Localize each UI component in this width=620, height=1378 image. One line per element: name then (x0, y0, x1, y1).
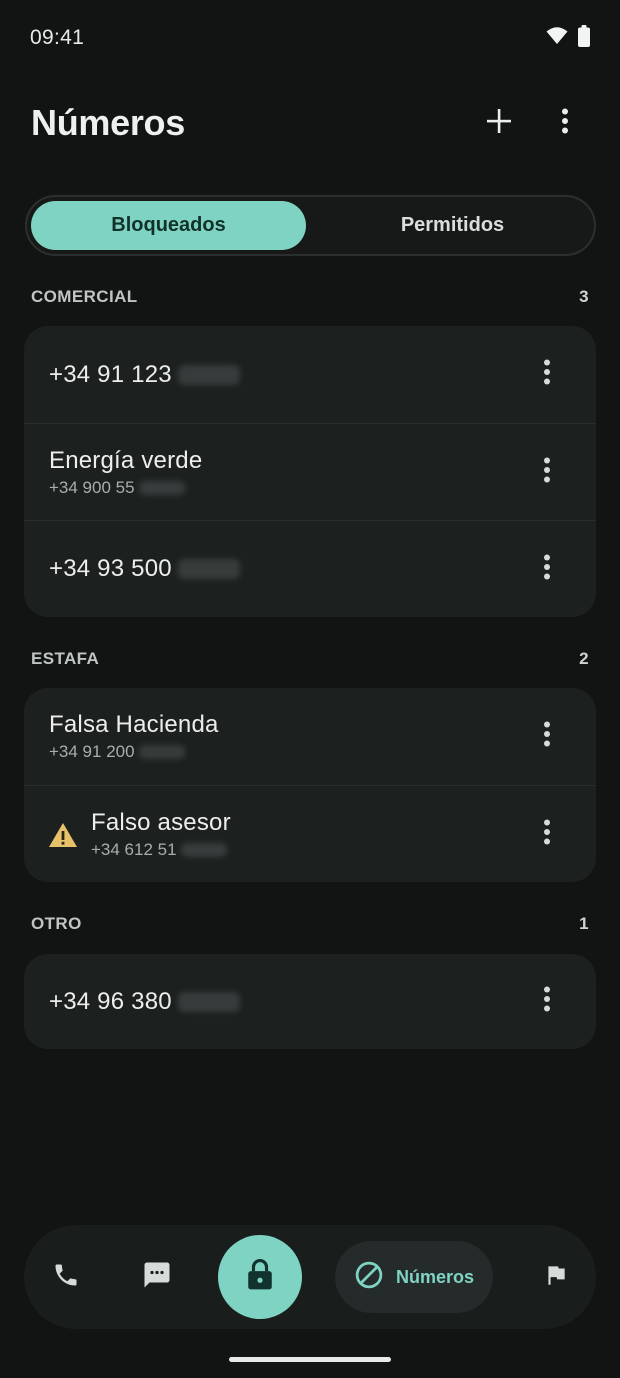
more-vert-icon (543, 359, 551, 390)
list-item[interactable]: Falso asesor +34 612 51 (24, 785, 596, 882)
list-item[interactable]: Falsa Hacienda +34 91 200 (24, 688, 596, 785)
list-item[interactable]: +34 91 123 (24, 326, 596, 423)
blocked-list-comercial: +34 91 123 Energía verde +34 900 55 +34 … (24, 326, 596, 617)
status-icons (546, 24, 590, 52)
tab-permitidos[interactable]: Permitidos (315, 201, 590, 250)
more-vert-icon (543, 986, 551, 1017)
contact-name: Falso asesor (91, 808, 231, 836)
lock-fab-button[interactable] (218, 1235, 302, 1319)
nav-calls[interactable] (42, 1253, 90, 1301)
nav-messages[interactable] (133, 1253, 181, 1301)
nav-numbers[interactable]: Números (335, 1241, 493, 1313)
row-number: +34 93 500 (49, 555, 240, 583)
row-text: +34 96 380 (49, 988, 240, 1016)
lock-icon (244, 1258, 276, 1297)
add-icon (486, 108, 512, 139)
nav-reports[interactable] (532, 1253, 580, 1301)
redacted-digits (177, 559, 240, 579)
row-number: +34 96 380 (49, 988, 240, 1016)
row-text: Falsa Hacienda +34 91 200 (49, 711, 219, 762)
wifi-icon (546, 26, 568, 50)
home-indicator[interactable] (229, 1357, 391, 1362)
row-more-button[interactable] (532, 717, 562, 757)
list-item[interactable]: Energía verde +34 900 55 (24, 423, 596, 520)
warning-icon (48, 822, 78, 853)
redacted-digits (138, 480, 185, 495)
section-title: OTRO (31, 914, 82, 933)
blocked-list-otro: +34 96 380 (24, 954, 596, 1049)
flag-icon (543, 1261, 569, 1294)
tab-bloqueados[interactable]: Bloqueados (31, 201, 306, 250)
more-vert-icon (543, 819, 551, 850)
status-bar: 09:41 (0, 0, 620, 76)
row-text: +34 93 500 (49, 555, 240, 583)
block-icon (354, 1260, 384, 1295)
row-more-button[interactable] (532, 814, 562, 854)
section-count: 3 (579, 287, 589, 306)
add-button[interactable] (475, 99, 523, 147)
more-vert-icon (543, 554, 551, 585)
nav-numbers-label: Números (395, 1266, 475, 1287)
row-more-button[interactable] (532, 982, 562, 1022)
section-header-comercial: COMERCIAL 3 (31, 285, 589, 309)
contact-name: Falsa Hacienda (49, 711, 219, 738)
tab-switcher: Bloqueados Permitidos (25, 195, 596, 256)
message-icon (142, 1260, 172, 1295)
row-text: Falso asesor +34 612 51 (91, 809, 231, 860)
page-title: Números (31, 102, 185, 143)
row-number: +34 91 123 (49, 361, 240, 389)
more-options-button[interactable] (541, 99, 589, 147)
blocked-list-estafa: Falsa Hacienda +34 91 200 Falso asesor +… (24, 688, 596, 882)
phone-number-label: +34 93 500 (49, 555, 172, 582)
list-item[interactable]: +34 96 380 (24, 954, 596, 1049)
list-item[interactable]: +34 93 500 (24, 520, 596, 617)
phone-number-label: +34 612 51 (91, 839, 177, 859)
redacted-digits (138, 745, 185, 759)
more-vert-icon (543, 721, 551, 752)
phone-number-label: +34 900 55 (49, 477, 135, 497)
section-header-otro: OTRO 1 (31, 912, 589, 936)
phone-icon (52, 1261, 80, 1294)
phone-number-label: +34 91 200 (49, 742, 135, 761)
contact-name: Energía verde (49, 446, 203, 474)
status-time: 09:41 (30, 26, 85, 49)
more-vert-icon (543, 457, 551, 488)
battery-icon (578, 24, 590, 52)
redacted-digits (177, 991, 240, 1012)
section-count: 1 (579, 914, 589, 933)
row-text: Energía verde +34 900 55 (49, 447, 202, 498)
redacted-digits (180, 842, 227, 857)
row-sub: +34 612 51 (91, 840, 231, 860)
section-title: ESTAFA (31, 649, 100, 668)
phone-number-label: +34 91 123 (49, 360, 172, 388)
more-vert-icon (561, 108, 569, 139)
bottom-navigation: Números (24, 1225, 596, 1329)
redacted-digits (177, 364, 240, 385)
row-more-button[interactable] (532, 452, 562, 492)
row-more-button[interactable] (532, 355, 562, 395)
section-count: 2 (579, 649, 589, 668)
row-sub: +34 900 55 (49, 478, 202, 498)
row-sub: +34 91 200 (49, 742, 219, 762)
row-more-button[interactable] (532, 549, 562, 589)
phone-number-label: +34 96 380 (49, 987, 172, 1015)
section-title: COMERCIAL (31, 287, 138, 306)
section-header-estafa: ESTAFA 2 (31, 647, 589, 671)
row-text: +34 91 123 (49, 361, 240, 389)
app-bar: Números (0, 90, 620, 156)
